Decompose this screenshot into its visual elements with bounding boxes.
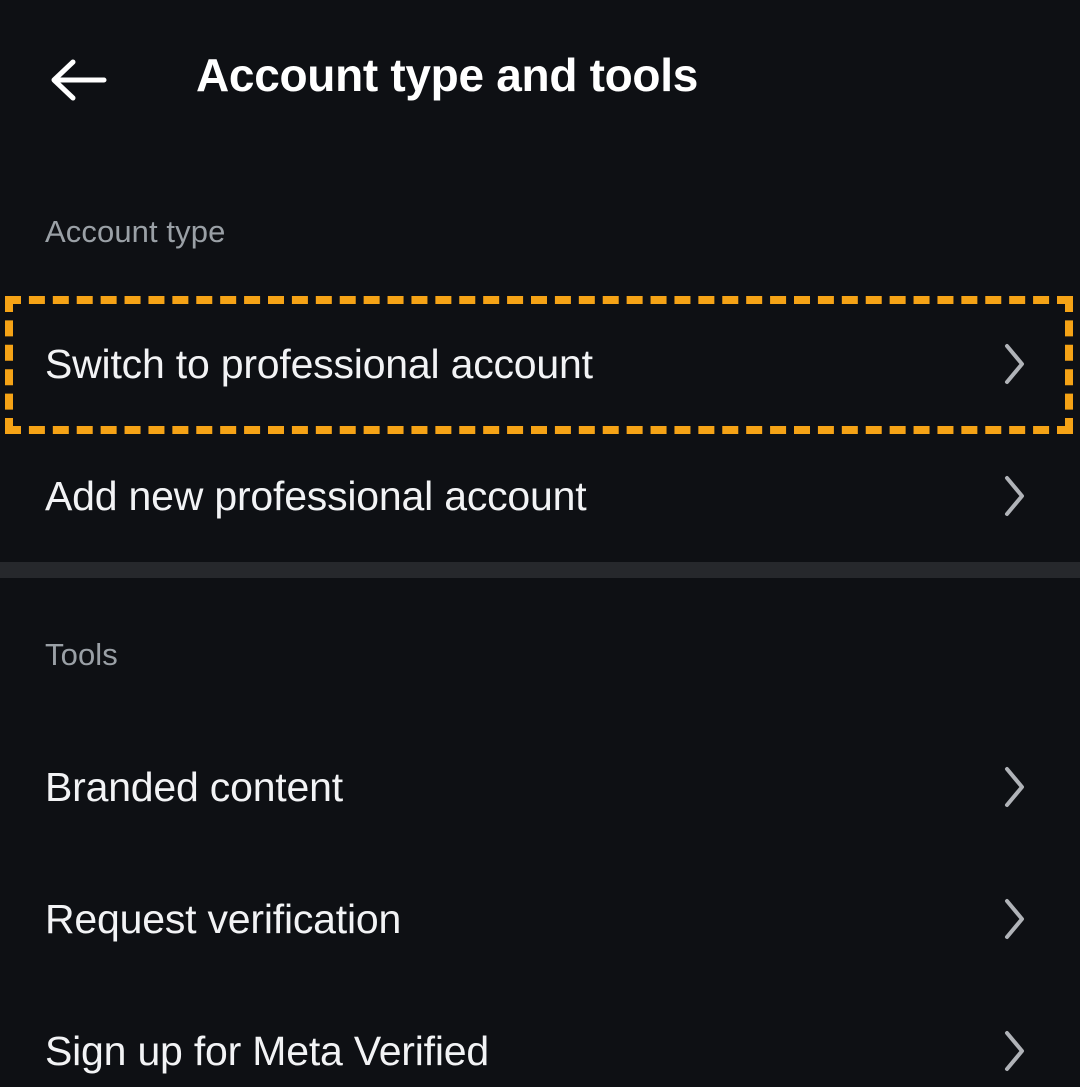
menu-item-label: Add new professional account [45,472,587,519]
chevron-right-icon [998,474,1032,518]
menu-item-label: Request verification [45,895,402,942]
chevron-right-icon [998,1029,1032,1073]
back-arrow-icon [49,57,107,103]
menu-item-label: Sign up for Meta Verified [45,1027,489,1074]
chevron-right-icon [998,342,1032,386]
menu-item-branded-content[interactable]: Branded content [0,751,1080,823]
back-button[interactable] [38,50,118,110]
screen-account-type-and-tools: Account type and tools Account type Swit… [0,0,1080,1080]
menu-item-switch-to-professional-account[interactable]: Switch to professional account [0,328,1080,400]
section-divider [0,562,1080,578]
menu-item-sign-up-for-meta-verified[interactable]: Sign up for Meta Verified [0,1015,1080,1087]
chevron-right-icon [998,765,1032,809]
menu-item-label: Branded content [45,763,343,810]
section-header-account-type: Account type [45,214,226,249]
app-header: Account type and tools [0,0,1080,160]
section-header-tools: Tools [45,637,118,672]
menu-item-add-new-professional-account[interactable]: Add new professional account [0,460,1080,532]
page-title: Account type and tools [196,49,698,101]
menu-item-label: Switch to professional account [45,340,593,387]
chevron-right-icon [998,897,1032,941]
menu-item-request-verification[interactable]: Request verification [0,883,1080,955]
